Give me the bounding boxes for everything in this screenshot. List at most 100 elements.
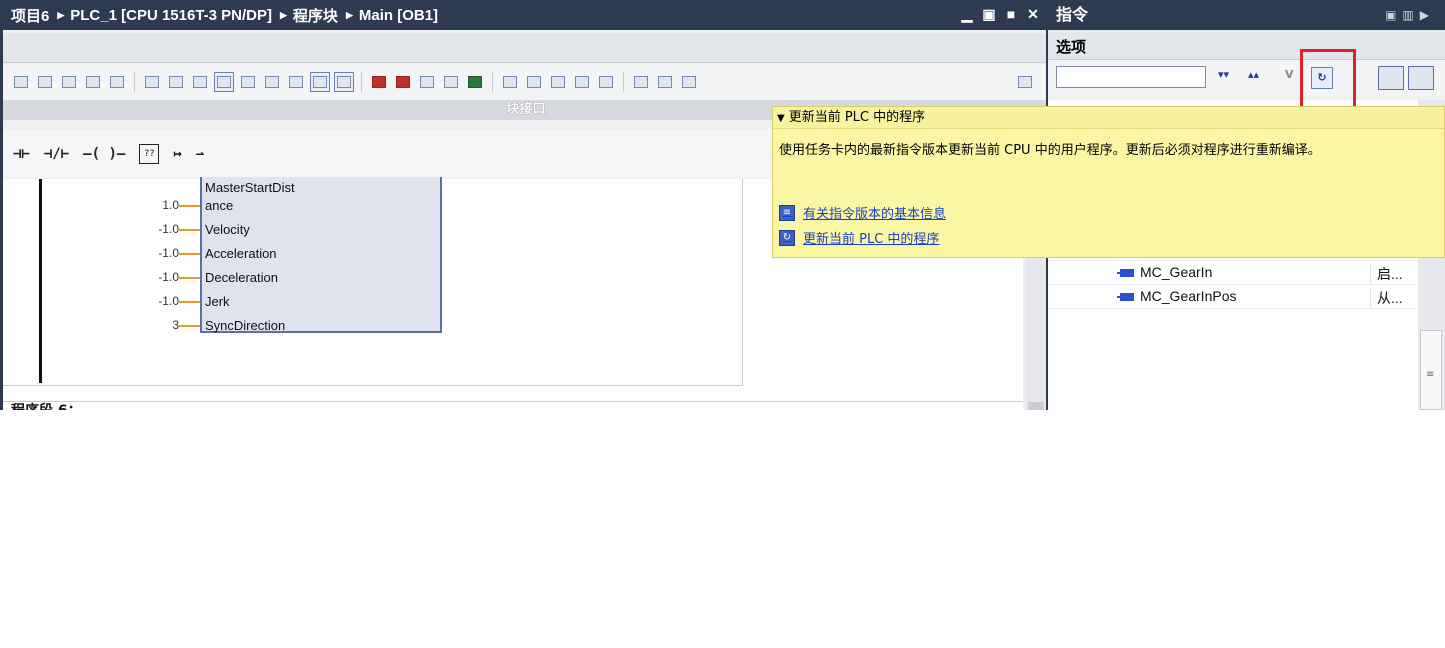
snapshot-icon[interactable]	[679, 72, 699, 92]
pin-value[interactable]: -1.0	[139, 246, 179, 260]
power-rail	[39, 179, 42, 383]
pin-acceleration: Acceleration	[205, 246, 277, 261]
toolbar-divider	[134, 72, 135, 92]
task-card-title-text: 指令	[1056, 5, 1089, 24]
pin-value[interactable]: 3	[139, 318, 179, 332]
link-version-info[interactable]: ≡ 有关指令版本的基本信息	[779, 203, 946, 222]
network-5: MasterStartDist 1.0 ance -1.0 Velocity -…	[3, 177, 743, 386]
collapse-right-icon[interactable]: ▶	[1420, 8, 1435, 22]
close-branch-icon[interactable]: ⇀	[196, 146, 204, 162]
pin-value[interactable]: 1.0	[139, 198, 179, 212]
highlight-box	[1300, 49, 1356, 111]
triangle-down-icon: ▼	[777, 113, 785, 124]
tooltip-title: 更新当前 PLC 中的程序	[788, 110, 926, 125]
monitor-icon[interactable]	[631, 72, 651, 92]
tia-portal-window: 项目6 ▶ PLC_1 [CPU 1516T-3 PN/DP] ▶ 程序块 ▶ …	[0, 0, 1445, 648]
float-icon[interactable]: ▣	[981, 5, 997, 23]
pin-value[interactable]: -1.0	[139, 270, 179, 284]
maximize-icon[interactable]: ■	[1003, 5, 1019, 23]
link-version-info-text[interactable]: 有关指令版本的基本信息	[803, 203, 946, 222]
coil-icon[interactable]: –( )–	[83, 146, 125, 162]
tree-item-label: MC_GearInPos	[1140, 288, 1237, 304]
toolbar-divider	[623, 72, 624, 92]
search-replace-icon[interactable]	[417, 72, 437, 92]
pin-value[interactable]: -1.0	[139, 222, 179, 236]
empty-box-icon[interactable]: ??	[139, 144, 160, 164]
breadcrumb-program-blocks[interactable]: 程序块	[293, 5, 338, 26]
insert-network-icon[interactable]	[11, 72, 31, 92]
next-icon[interactable]	[596, 72, 616, 92]
options-pane-header[interactable]: 选项	[1048, 30, 1445, 60]
open-branch-icon[interactable]	[500, 72, 520, 92]
toolbar-divider	[492, 72, 493, 92]
block-call-icon[interactable]	[441, 72, 461, 92]
function-block-icon	[1117, 293, 1134, 302]
link-update-program[interactable]: ↻ 更新当前 PLC 中的程序	[779, 228, 939, 247]
split-view-icon[interactable]	[1015, 72, 1035, 92]
search-up-icon[interactable]: ▴▴	[1248, 68, 1268, 88]
expand-networks-icon[interactable]	[142, 72, 162, 92]
tree-item[interactable]: MC_GearInPos 从...	[1048, 285, 1418, 309]
update-link-icon: ↻	[779, 229, 795, 246]
tree-item-name: MC_GearIn	[1117, 264, 1212, 280]
favorites-icon[interactable]	[190, 72, 210, 92]
delete-network-icon[interactable]	[35, 72, 55, 92]
breadcrumb-main[interactable]: Main [OB1]	[359, 7, 438, 24]
nc-contact-icon[interactable]: ⊣/⊢	[44, 146, 69, 162]
window-controls: ▁ ▣ ■ ✕	[959, 5, 1041, 23]
view-single-icon[interactable]	[1378, 66, 1404, 90]
append-row-icon[interactable]	[83, 72, 103, 92]
network-overview-icon[interactable]	[310, 72, 330, 92]
network-6-header[interactable]: 程序段 6：	[3, 401, 1023, 410]
instruction-search-input[interactable]	[1056, 66, 1206, 88]
breadcrumb-plc[interactable]: PLC_1 [CPU 1516T-3 PN/DP]	[70, 7, 272, 24]
tag-info-icon[interactable]	[262, 72, 282, 92]
pin-jerk: Jerk	[205, 294, 230, 309]
symbol-display-icon[interactable]	[286, 72, 306, 92]
scrollbar-thumb[interactable]: ≡	[1420, 330, 1442, 410]
split-icon[interactable]: ▥	[1402, 8, 1419, 22]
pin-master-start-distance-1: MasterStartDist	[205, 180, 295, 195]
chevron-right-icon: ▶	[345, 9, 353, 20]
pin-master-start-distance-2: ance	[205, 198, 234, 213]
close-branch-icon[interactable]	[524, 72, 544, 92]
go-to-error-icon[interactable]	[369, 72, 389, 92]
tree-item[interactable]: MC_GearIn 启...	[1048, 261, 1418, 285]
pin-wire	[179, 253, 200, 255]
operand-display-icon[interactable]	[238, 72, 258, 92]
open-branch-icon[interactable]: ↦	[173, 146, 181, 162]
pin-wire	[179, 205, 200, 207]
tree-item-name: MC_GearInPos	[1117, 288, 1237, 304]
highlight-icon[interactable]	[334, 72, 354, 92]
function-block-icon	[1117, 269, 1134, 278]
task-card-controls: ▣▥▶	[1385, 0, 1435, 30]
view-list-icon[interactable]	[1408, 66, 1434, 90]
pin-velocity: Velocity	[205, 222, 250, 237]
comments-icon[interactable]	[214, 72, 234, 92]
connect-icon[interactable]	[548, 72, 568, 92]
pin-deceleration: Deceleration	[205, 270, 278, 285]
link-update-program-text[interactable]: 更新当前 PLC 中的程序	[803, 228, 939, 247]
breadcrumb-project[interactable]: 项目6	[11, 5, 49, 26]
absolute-operand-icon[interactable]	[107, 72, 127, 92]
insert-row-icon[interactable]	[59, 72, 79, 92]
pin-sync-direction: SyncDirection	[205, 318, 286, 333]
previous-icon[interactable]	[572, 72, 592, 92]
editor-info-bar	[3, 33, 1046, 63]
collapse-networks-icon[interactable]	[166, 72, 186, 92]
pin-value[interactable]: -1.0	[139, 294, 179, 308]
minimize-icon[interactable]: ▁	[959, 5, 975, 23]
tooltip-header[interactable]: ▼ 更新当前 PLC 中的程序	[773, 107, 1444, 129]
block-interface-label: 块接口	[506, 102, 546, 117]
scrollbar-thumb[interactable]	[1028, 402, 1044, 410]
chevron-right-icon: ▶	[57, 9, 65, 20]
editor-title-bar: 项目6 ▶ PLC_1 [CPU 1516T-3 PN/DP] ▶ 程序块 ▶ …	[3, 0, 1046, 30]
search-down-icon[interactable]: ▾▾	[1218, 68, 1238, 88]
next-error-icon[interactable]	[393, 72, 413, 92]
toolbar-divider	[361, 72, 362, 92]
close-icon[interactable]: ✕	[1025, 5, 1041, 23]
float-icon[interactable]: ▣	[1385, 8, 1402, 22]
no-contact-icon[interactable]: ⊣⊢	[13, 146, 30, 162]
glasses-icon[interactable]	[655, 72, 675, 92]
update-calls-icon[interactable]	[465, 72, 485, 92]
